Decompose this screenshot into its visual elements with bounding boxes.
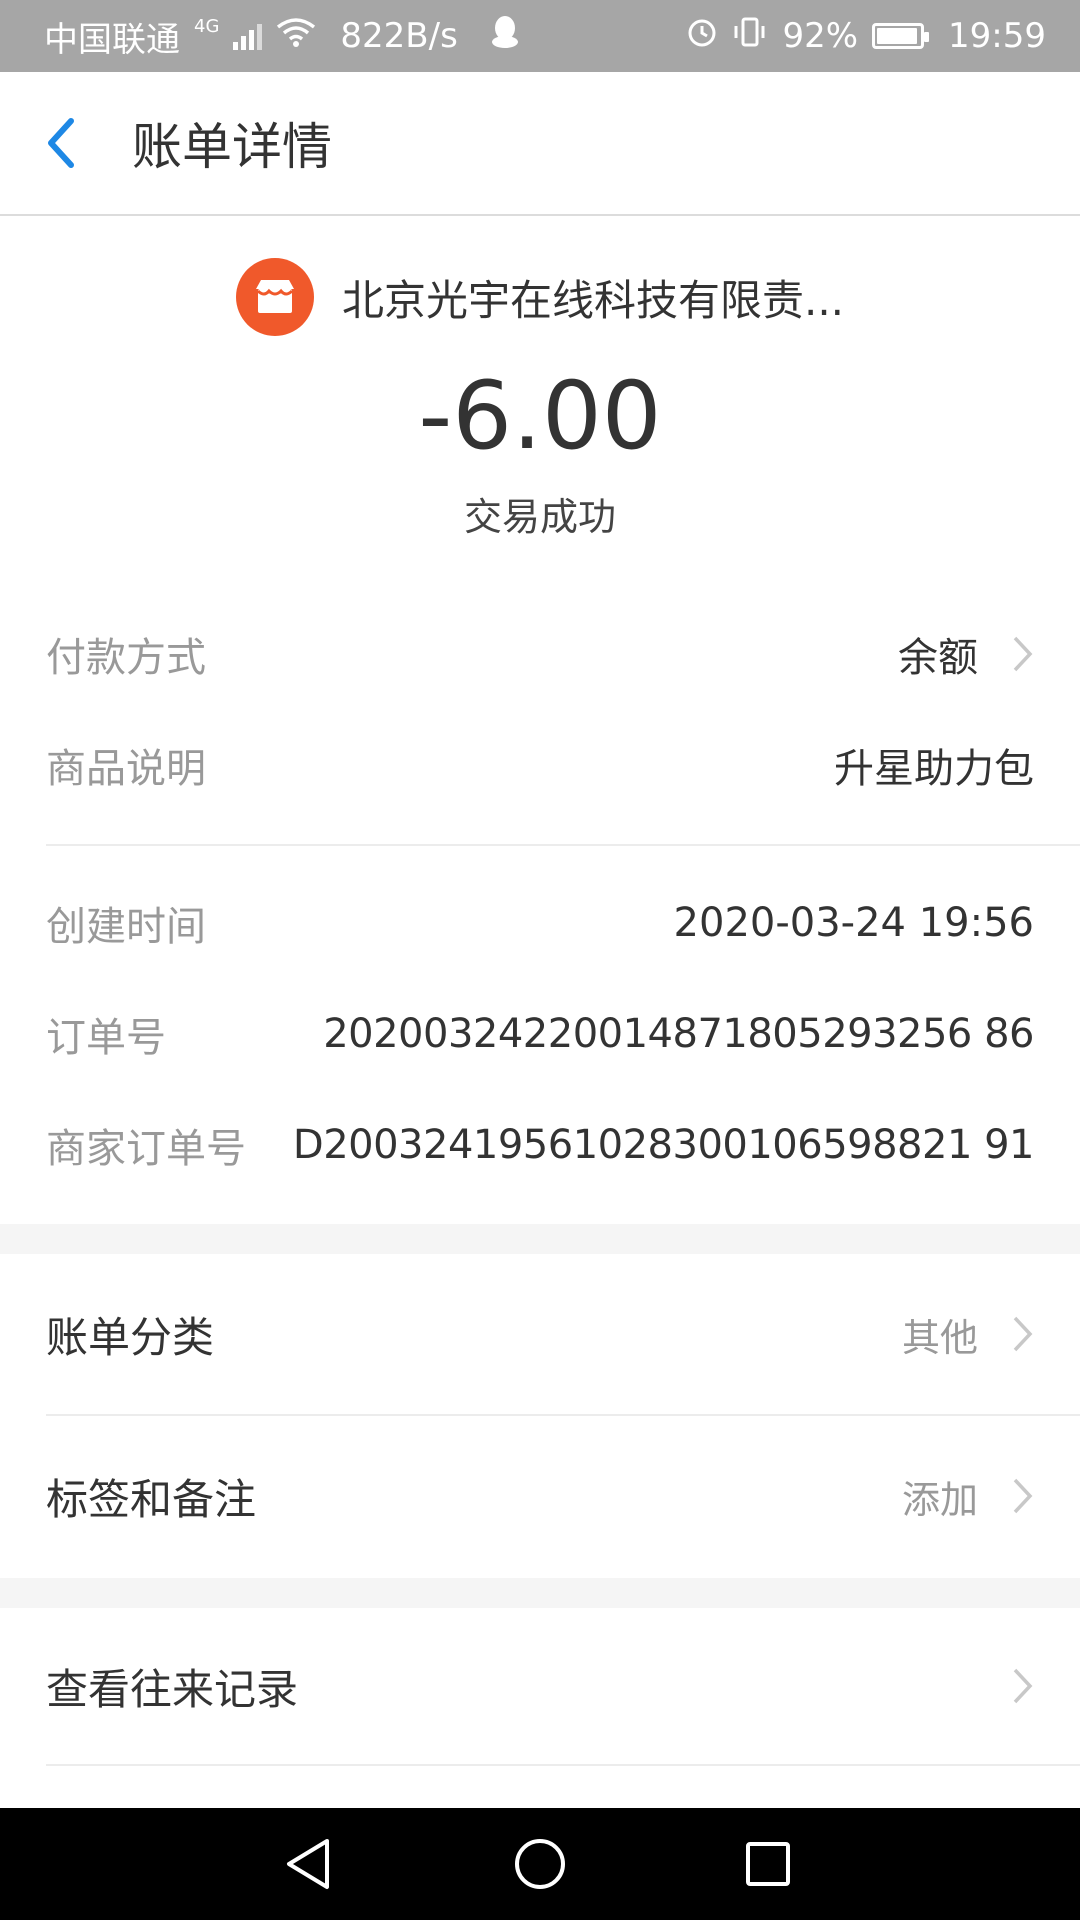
status-right: 92% 19:59 (686, 16, 1046, 57)
view-history-label: 查看往来记录 (46, 1664, 299, 1714)
view-history-value-wrap (978, 1667, 1034, 1705)
chevron-right-icon (1012, 1315, 1034, 1353)
payment-method-value: 余额 (898, 635, 978, 681)
divider (46, 1764, 1080, 1766)
network-type: 4G (194, 15, 220, 37)
detail-label: 商家订单号 (46, 1126, 246, 1172)
recents-square-icon (746, 1842, 790, 1886)
vibrate-icon (732, 16, 768, 57)
chevron-right-icon (1012, 635, 1034, 673)
detail-value: 余额 (898, 625, 1034, 683)
system-navigation-bar (0, 1808, 1080, 1920)
back-triangle-icon (287, 1839, 329, 1889)
battery-icon (872, 23, 930, 49)
bill-category-row[interactable]: 账单分类 其他 (46, 1294, 1034, 1374)
signal-icon (233, 22, 263, 50)
detail-row-merchant-order-number: 商家订单号 D20032419561028300106598821 91 (46, 1115, 1035, 1175)
store-icon (235, 258, 314, 336)
divider (46, 1414, 1080, 1416)
divider (46, 844, 1080, 846)
network-speed: 822B/s (340, 16, 458, 56)
created-time-value: 2020-03-24 19:56 (673, 900, 1034, 946)
nav-back-button[interactable] (248, 1808, 368, 1920)
clock-time: 19:59 (948, 16, 1046, 56)
app-header: 账单详情 (0, 72, 1080, 216)
chevron-right-icon (1012, 1477, 1034, 1515)
nav-recents-button[interactable] (708, 1808, 828, 1920)
detail-label: 商品说明 (46, 746, 206, 792)
alarm-icon (686, 16, 718, 57)
status-bar: 中国联通 4G 822B/s 92% 19:59 (0, 0, 1080, 72)
carrier-name: 中国联通 (44, 19, 180, 60)
back-button[interactable] (0, 72, 120, 214)
transaction-status: 交易成功 (463, 495, 616, 539)
detail-label: 创建时间 (46, 904, 206, 950)
tags-notes-row[interactable]: 标签和备注 添加 (46, 1456, 1034, 1536)
merchant-order-number-value: D20032419561028300106598821 91 (292, 1122, 1035, 1168)
page-title: 账单详情 (132, 118, 332, 176)
qq-icon (490, 14, 520, 59)
home-circle-icon (515, 1839, 565, 1889)
bill-category-value-wrap: 其他 (902, 1307, 1034, 1362)
detail-label: 订单号 (46, 1015, 166, 1061)
detail-row-created-time: 创建时间 2020-03-24 19:56 (46, 893, 1034, 953)
bill-category-value: 其他 (901, 1315, 978, 1360)
merchant-name: 北京光宇在线科技有限责... (341, 275, 845, 325)
bill-category-label: 账单分类 (46, 1312, 215, 1362)
section-gap (0, 1224, 1080, 1254)
detail-row-payment-method[interactable]: 付款方式 余额 (46, 624, 1034, 684)
section-gap (0, 1578, 1080, 1608)
chevron-right-icon (1012, 1667, 1034, 1705)
detail-row-order-number: 订单号 20200324220014871805293256 86 (46, 1004, 1034, 1064)
transaction-amount: -6.00 (418, 362, 662, 471)
detail-row-product: 商品说明 升星助力包 (46, 735, 1034, 795)
tags-notes-value: 添加 (901, 1477, 978, 1522)
chevron-left-icon (48, 118, 74, 168)
order-number-value: 20200324220014871805293256 86 (323, 1011, 1034, 1057)
wifi-icon (276, 16, 316, 56)
product-value: 升星助力包 (834, 746, 1034, 792)
merchant-row: 北京光宇在线科技有限责... (0, 258, 1080, 336)
tags-notes-label: 标签和备注 (46, 1474, 257, 1524)
battery-percent: 92% (782, 16, 859, 56)
tags-notes-value-wrap: 添加 (902, 1469, 1034, 1524)
nav-home-button[interactable] (480, 1808, 600, 1920)
detail-label: 付款方式 (46, 635, 206, 681)
status-left: 中国联通 4G 822B/s (44, 12, 520, 61)
view-history-row[interactable]: 查看往来记录 (46, 1646, 1034, 1726)
